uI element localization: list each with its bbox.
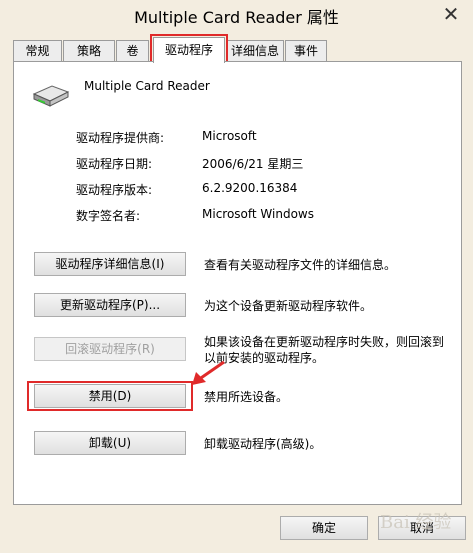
close-icon[interactable]: ✕	[439, 2, 463, 26]
red-arrow-icon	[192, 360, 225, 385]
tab-events[interactable]: 事件	[285, 40, 327, 62]
card-reader-icon	[32, 85, 70, 107]
driver-panel: Multiple Card Reader 驱动程序提供商: Microsoft …	[13, 61, 462, 505]
digital-signer-value: Microsoft Windows	[202, 207, 314, 221]
update-driver-description: 为这个设备更新驱动程序软件。	[204, 299, 373, 313]
baidu-watermark: Bai 经验	[380, 512, 452, 533]
driver-date-label: 驱动程序日期:	[76, 157, 153, 171]
uninstall-driver-button[interactable]: 卸载(U)	[34, 431, 186, 455]
title-bar: Multiple Card Reader 属性 ✕	[0, 0, 473, 30]
disable-device-description: 禁用所选设备。	[204, 390, 289, 404]
driver-provider-value: Microsoft	[202, 129, 257, 143]
driver-version-label: 驱动程序版本:	[76, 183, 153, 197]
tab-volume[interactable]: 卷	[116, 40, 149, 62]
update-driver-button[interactable]: 更新驱动程序(P)...	[34, 293, 186, 317]
tab-driver[interactable]: 驱动程序	[153, 37, 225, 63]
driver-details-description: 查看有关驱动程序文件的详细信息。	[204, 258, 397, 272]
rollback-driver-description: 如果该设备在更新驱动程序时失败，则回滚到以前安装的驱动程序。	[204, 335, 445, 365]
tab-policy[interactable]: 策略	[63, 40, 115, 62]
tab-details[interactable]: 详细信息	[226, 40, 284, 62]
rollback-driver-button[interactable]: 回滚驱动程序(R)	[34, 337, 186, 361]
driver-date-value: 2006/6/21 星期三	[202, 157, 304, 171]
device-name: Multiple Card Reader	[84, 79, 210, 93]
window-title: Multiple Card Reader 属性	[134, 8, 339, 27]
driver-version-value: 6.2.9200.16384	[202, 181, 298, 195]
uninstall-driver-description: 卸载驱动程序(高级)。	[204, 437, 322, 451]
ok-button[interactable]: 确定	[280, 516, 368, 540]
digital-signer-label: 数字签名者:	[76, 209, 141, 223]
disable-button-highlight	[27, 381, 193, 411]
tab-general[interactable]: 常规	[13, 40, 62, 62]
driver-details-button[interactable]: 驱动程序详细信息(I)	[34, 252, 186, 276]
driver-provider-label: 驱动程序提供商:	[76, 131, 165, 145]
